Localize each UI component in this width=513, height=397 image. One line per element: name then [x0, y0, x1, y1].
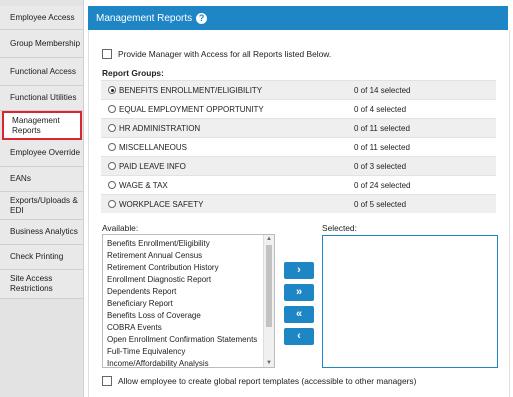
sidebar-item-label: EANs — [10, 174, 31, 183]
provide-access-label: Provide Manager with Access for all Repo… — [118, 49, 332, 59]
sidebar-item-functional-utilities[interactable]: Functional Utilities — [0, 86, 83, 111]
sidebar-item-management-reports[interactable]: Management Reports — [2, 111, 82, 140]
report-group-row[interactable]: BENEFITS ENROLLMENT/ELIGIBILITY 0 of 14 … — [101, 80, 496, 99]
group-radio[interactable] — [108, 86, 116, 94]
group-count: 0 of 11 selected — [354, 142, 410, 152]
sidebar-item-employee-override[interactable]: Employee Override — [0, 140, 83, 167]
sidebar-item-label: Management Reports — [12, 115, 60, 135]
list-item[interactable]: Retirement Annual Census — [103, 250, 274, 262]
global-templates-label: Allow employee to create global report t… — [118, 376, 417, 386]
provide-access-row: Provide Manager with Access for all Repo… — [102, 49, 331, 59]
list-item[interactable]: Retirement Contribution History — [103, 262, 274, 274]
group-count: 0 of 14 selected — [354, 85, 411, 95]
scroll-up-icon[interactable]: ▲ — [266, 236, 272, 242]
group-name: EQUAL EMPLOYMENT OPPORTUNITY — [119, 104, 264, 114]
sidebar-item-label: Check Printing — [10, 252, 64, 261]
group-radio[interactable] — [108, 143, 116, 151]
group-count: 0 of 5 selected — [354, 199, 407, 209]
list-item[interactable]: Dependents Report — [103, 286, 274, 298]
group-name: HR ADMINISTRATION — [119, 123, 201, 133]
list-scrollbar[interactable]: ▲ ▼ — [263, 235, 274, 367]
sidebar-item-label: Functional Access — [10, 66, 76, 76]
global-templates-row: Allow employee to create global report t… — [102, 376, 416, 386]
sidebar-item-label: Group Membership — [10, 38, 81, 48]
report-group-row[interactable]: EQUAL EMPLOYMENT OPPORTUNITY 0 of 4 sele… — [101, 99, 496, 118]
scroll-thumb[interactable] — [266, 245, 272, 327]
report-group-row[interactable]: HR ADMINISTRATION 0 of 11 selected — [101, 118, 496, 137]
report-group-row[interactable]: WORKPLACE SAFETY 0 of 5 selected — [101, 194, 496, 213]
available-reports-list[interactable]: Benefits Enrollment/Eligibility Retireme… — [102, 234, 275, 368]
management-reports-panel: Provide Manager with Access for all Repo… — [88, 30, 510, 397]
sidebar-item-label: Exports/Uploads & EDI — [10, 195, 78, 215]
report-group-row[interactable]: WAGE & TAX 0 of 24 selected — [101, 175, 496, 194]
sidebar-item-site-access-restrictions[interactable]: Site Access Restrictions — [0, 270, 83, 299]
group-name: WORKPLACE SAFETY — [119, 199, 204, 209]
page-title: Management Reports — [96, 12, 193, 24]
group-count: 0 of 11 selected — [354, 123, 410, 133]
group-radio[interactable] — [108, 105, 116, 113]
sidebar-item-business-analytics[interactable]: Business Analytics — [0, 220, 83, 245]
move-right-button[interactable]: › — [284, 262, 314, 279]
move-left-button[interactable]: ‹ — [284, 328, 314, 345]
available-label: Available: — [102, 223, 139, 233]
group-count: 0 of 3 selected — [354, 161, 407, 171]
group-radio[interactable] — [108, 181, 116, 189]
sidebar-item-label: Business Analytics — [10, 227, 78, 236]
sidebar-item-functional-access[interactable]: Functional Access — [0, 58, 83, 86]
list-item[interactable]: Full-Time Equivalency — [103, 346, 274, 358]
group-name: WAGE & TAX — [119, 180, 168, 190]
group-name: BENEFITS ENROLLMENT/ELIGIBILITY — [119, 85, 263, 95]
report-groups-label: Report Groups: — [102, 68, 164, 78]
move-all-right-button[interactable]: » — [284, 284, 314, 301]
selected-label: Selected: — [322, 223, 357, 233]
sidebar-item-check-printing[interactable]: Check Printing — [0, 245, 83, 270]
list-item[interactable]: Enrollment Diagnostic Report — [103, 274, 274, 286]
sidebar-item-employee-access[interactable]: Employee Access — [0, 6, 83, 30]
sidebar: Employee Access Group Membership Functio… — [0, 0, 84, 397]
help-icon[interactable]: ? — [196, 12, 208, 24]
group-name: MISCELLANEOUS — [119, 142, 188, 152]
report-group-row[interactable]: PAID LEAVE INFO 0 of 3 selected — [101, 156, 496, 175]
sidebar-item-label: Site Access Restrictions — [10, 274, 53, 293]
global-templates-checkbox[interactable] — [102, 376, 112, 386]
group-name: PAID LEAVE INFO — [119, 161, 186, 171]
list-item[interactable]: COBRA Events — [103, 322, 274, 334]
group-radio[interactable] — [108, 200, 116, 208]
group-count: 0 of 4 selected — [354, 104, 407, 114]
sidebar-item-label: Employee Override — [10, 148, 81, 157]
report-group-row[interactable]: MISCELLANEOUS 0 of 11 selected — [101, 137, 496, 156]
list-item[interactable]: Benefits Loss of Coverage — [103, 310, 274, 322]
list-item[interactable]: Open Enrollment Confirmation Statements — [103, 334, 274, 346]
list-item[interactable]: Benefits Enrollment/Eligibility — [103, 238, 274, 250]
sidebar-item-label: Employee Access — [10, 12, 75, 22]
move-all-left-button[interactable]: « — [284, 306, 314, 323]
list-item[interactable]: Income/Affordability Analysis — [103, 358, 274, 367]
group-radio[interactable] — [108, 162, 116, 170]
sidebar-item-group-membership[interactable]: Group Membership — [0, 30, 83, 58]
group-count: 0 of 24 selected — [354, 180, 411, 190]
provide-access-checkbox[interactable] — [102, 49, 112, 59]
list-item[interactable]: Beneficiary Report — [103, 298, 274, 310]
page-header: Management Reports ? — [88, 6, 508, 30]
sidebar-item-eans[interactable]: EANs — [0, 167, 83, 192]
scroll-down-icon[interactable]: ▼ — [266, 360, 272, 366]
selected-reports-list[interactable] — [322, 235, 498, 368]
sidebar-item-label: Functional Utilities — [10, 93, 77, 102]
group-radio[interactable] — [108, 124, 116, 132]
sidebar-item-exports-uploads-edi[interactable]: Exports/Uploads & EDI — [0, 192, 83, 220]
